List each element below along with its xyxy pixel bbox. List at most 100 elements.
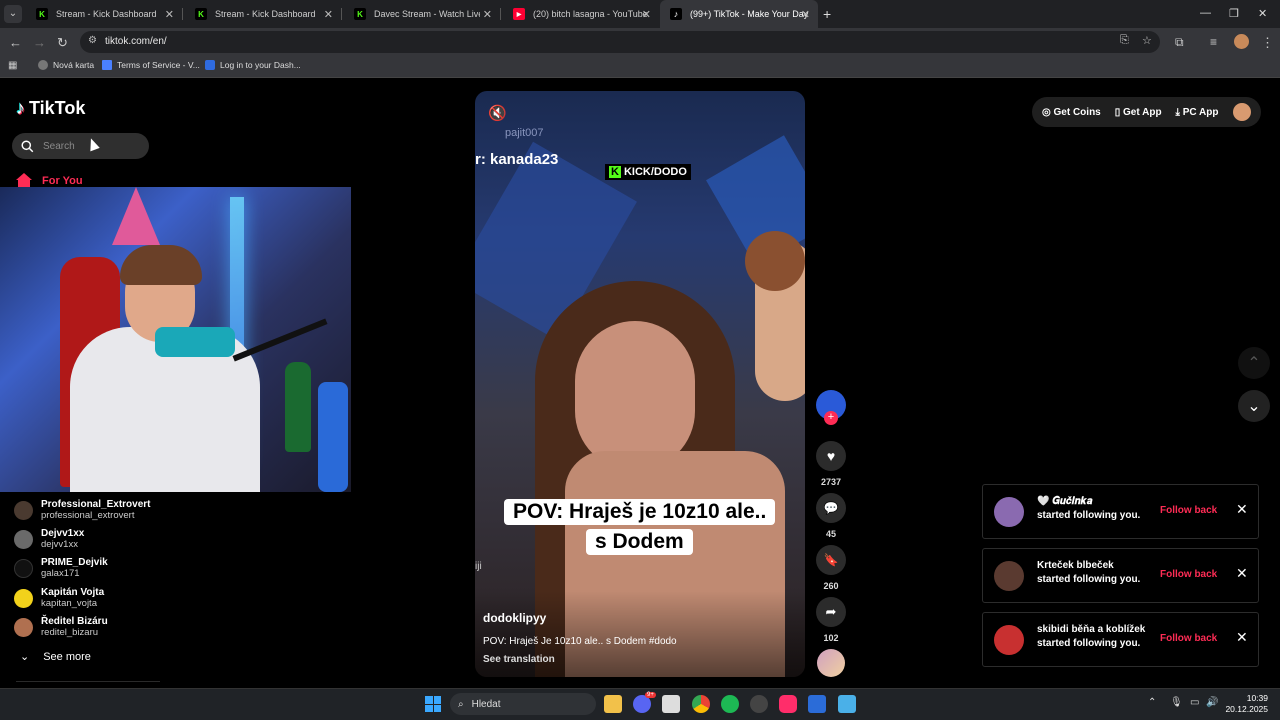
tab-search-button[interactable]: ⌄ <box>4 5 22 23</box>
tab-kick-dashboard-1[interactable]: K Stream - Kick Dashboard ✕ <box>26 0 182 28</box>
chevron-up-icon: ⌃ <box>1247 355 1261 372</box>
reading-list-icon[interactable]: ≡ <box>1210 35 1217 49</box>
kick-badge-text: KICK/DODO <box>623 166 687 178</box>
address-bar[interactable]: ⚙ tiktok.com/en/ ⎘ ☆ <box>80 31 1160 53</box>
menu-kebab-icon[interactable]: ⋮ <box>1261 35 1274 51</box>
bookmark-login[interactable]: Log in to your Dash... <box>205 60 301 70</box>
caption-line: POV: Hraješ je 10z10 ale.. <box>504 499 776 525</box>
new-tab-button[interactable]: + <box>823 6 831 22</box>
following-account-item[interactable]: PRIME_Dejvik galax171 <box>14 557 108 579</box>
close-tab-icon[interactable]: ✕ <box>324 8 333 21</box>
music-disc-icon[interactable] <box>817 649 845 677</box>
chevron-down-icon: ⌄ <box>1247 398 1261 415</box>
notepad-icon[interactable] <box>838 695 856 713</box>
minimize-icon[interactable]: — <box>1200 7 1211 19</box>
tab-kick-dashboard-2[interactable]: K Stream - Kick Dashboard ✕ <box>185 0 341 28</box>
volume-icon[interactable]: 🔊 <box>1206 697 1218 708</box>
notification-badge: 9+ <box>645 692 656 698</box>
v-logo-icon <box>102 60 112 70</box>
site-info-icon[interactable]: ⚙ <box>88 35 97 46</box>
tiktok-app-icon[interactable] <box>779 695 797 713</box>
forward-icon[interactable]: → <box>33 35 46 50</box>
close-tab-icon[interactable]: ✕ <box>642 8 651 21</box>
avatar <box>14 588 33 608</box>
comment-button[interactable]: 💬 45 <box>816 493 846 539</box>
follow-plus-icon[interactable]: + <box>824 411 838 425</box>
see-more-label: See more <box>43 650 91 663</box>
notification-name: skibidi běňa a koblížek <box>1037 624 1146 635</box>
creator-avatar-button[interactable]: + <box>816 390 846 425</box>
user-avatar[interactable] <box>1233 103 1251 121</box>
start-button[interactable] <box>425 696 441 712</box>
see-translation-link[interactable]: See translation <box>483 654 555 665</box>
steam-icon[interactable] <box>750 695 768 713</box>
tiktok-icon: ♪ <box>670 8 682 20</box>
follow-back-button[interactable]: Follow back <box>1160 505 1217 516</box>
search-input[interactable]: Search <box>12 133 149 159</box>
taskbar-search[interactable]: ⌕ Hledat <box>450 693 596 715</box>
tray-chevron-icon[interactable]: ⌃ <box>1148 697 1156 708</box>
nav-for-you[interactable]: For You <box>16 173 83 188</box>
pc-app-button[interactable]: ⤓ PC App <box>1176 107 1219 118</box>
app-icon[interactable] <box>662 695 680 713</box>
close-tab-icon[interactable]: ✕ <box>165 8 174 21</box>
close-icon[interactable]: ✕ <box>1236 501 1248 518</box>
save-button[interactable]: 🔖 260 <box>816 545 846 591</box>
logo-text: TikTok <box>29 98 86 118</box>
globe-icon <box>38 60 48 70</box>
following-account-item[interactable]: Dejvv1xx dejvv1xx <box>14 528 84 550</box>
comment-icon: 💬 <box>816 493 846 523</box>
notification-text: started following you. <box>1037 638 1141 649</box>
following-account-item[interactable]: Professional_Extrovert professional_extro… <box>14 499 151 521</box>
bookmark-nova-karta[interactable]: Nová karta <box>38 60 94 70</box>
tab-title: (20) bitch lasagna - YouTube <box>533 9 648 19</box>
account-handle: dejvv1xx <box>41 539 78 550</box>
like-button[interactable]: ♥ 2737 <box>816 441 846 487</box>
url-text: tiktok.com/en/ <box>105 36 167 47</box>
mute-icon[interactable]: 🔇 <box>488 104 507 122</box>
file-explorer-icon[interactable] <box>604 695 622 713</box>
back-icon[interactable]: ← <box>9 35 22 50</box>
account-handle: reditel_bizaru <box>41 627 99 638</box>
bookmark-terms[interactable]: Terms of Service - V... <box>102 60 200 70</box>
video-author[interactable]: dodoklipyy <box>483 611 546 625</box>
tab-tiktok[interactable]: ♪ (99+) TikTok - Make Your Day ✕ <box>660 0 818 28</box>
previous-video-button[interactable]: ⌃ <box>1238 347 1270 379</box>
maximize-icon[interactable]: ❐ <box>1229 7 1239 20</box>
extensions-icon[interactable]: ⧉ <box>1175 35 1184 50</box>
apps-grid-icon[interactable]: ▦ <box>8 60 17 71</box>
system-clock[interactable]: 10:39 20.12.2025 <box>1220 693 1268 715</box>
profile-avatar[interactable] <box>1234 34 1249 49</box>
close-icon[interactable]: ✕ <box>1236 629 1248 646</box>
following-account-item[interactable]: Kapitán Vojta kapitan_vojta <box>14 587 104 609</box>
notification-name: 🤍 𝑮𝒖𝒄̌𝒊𝒏𝒌𝒂 <box>1037 496 1093 507</box>
chrome-icon[interactable] <box>692 695 710 713</box>
close-tab-icon[interactable]: ✕ <box>479 7 492 21</box>
close-icon[interactable]: ✕ <box>1236 565 1248 582</box>
network-icon[interactable]: ▭ <box>1190 697 1199 708</box>
next-video-button[interactable]: ⌄ <box>1238 390 1270 422</box>
bookmark-label: Nová karta <box>53 60 95 70</box>
share-button[interactable]: ➦ 102 <box>816 597 846 643</box>
follow-back-button[interactable]: Follow back <box>1160 633 1217 644</box>
spotify-icon[interactable] <box>721 695 739 713</box>
video-player[interactable]: 🔇 pajit007 r: kanada23 K KICK/DODO POV: … <box>475 91 805 677</box>
microphone-icon[interactable]: 🎙 <box>1170 697 1183 708</box>
tab-youtube[interactable]: ▶ (20) bitch lasagna - YouTube ✕ <box>503 0 659 28</box>
see-more-button[interactable]: ⌄ See more <box>20 650 91 664</box>
kick-icon: K <box>354 8 366 20</box>
close-window-icon[interactable]: ✕ <box>1258 7 1267 20</box>
tiktok-logo[interactable]: ♪ TikTok <box>16 98 85 119</box>
get-app-button[interactable]: ▯ Get App <box>1115 107 1162 118</box>
word-icon[interactable] <box>808 695 826 713</box>
get-coins-button[interactable]: ◎ Get Coins <box>1042 107 1101 118</box>
reload-icon[interactable]: ↻ <box>57 35 68 51</box>
tab-davec-stream[interactable]: K Davec Stream - Watch Live on Kick ✕ <box>344 0 500 28</box>
bookmark-star-icon[interactable]: ☆ <box>1142 34 1152 47</box>
install-app-icon[interactable]: ⎘ <box>1120 34 1129 47</box>
pc-app-label: PC App <box>1182 106 1219 118</box>
account-display-name: Ředitel Bizáru <box>41 616 108 627</box>
following-account-item[interactable]: Ředitel Bizáru reditel_bizaru <box>14 616 108 638</box>
close-tab-icon[interactable]: ✕ <box>801 8 810 21</box>
follow-back-button[interactable]: Follow back <box>1160 569 1217 580</box>
